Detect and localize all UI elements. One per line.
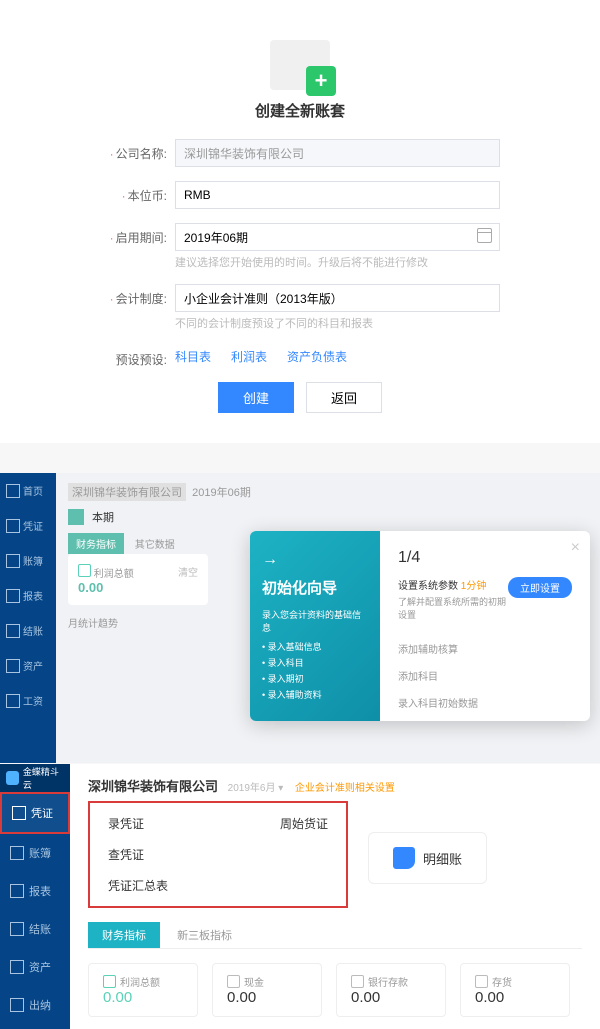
sidebar-item-close[interactable]: 结账 (0, 910, 70, 948)
back-button[interactable]: 返回 (306, 382, 382, 413)
preset-label: 预设预设: (100, 345, 175, 368)
wizard-sub1: 添加辅助核算 (398, 641, 572, 656)
doc-icon (103, 975, 116, 988)
company-link[interactable]: 企业会计准则相关设置 (295, 783, 395, 794)
plus-icon: + (306, 66, 336, 96)
wizard-subtitle: 录入您会计资料的基础信息 (262, 608, 368, 634)
flyout-search[interactable]: 查凭证 (108, 846, 328, 863)
system-hint: 不同的会计制度预设了不同的科目和报表 (175, 315, 500, 331)
sidebar-item[interactable]: 工资 (0, 683, 56, 718)
currency-input[interactable] (175, 181, 500, 209)
stat-box-profit: 利润总额 0.00 (88, 963, 198, 1017)
form-title: 创建全新账套 (100, 100, 500, 121)
tab-neeq[interactable]: 新三板指标 (163, 922, 246, 948)
tag-icon (393, 847, 415, 869)
wizard-modal: → 初始化向导 录入您会计资料的基础信息 录入基础信息 录入科目 录入期初 录入… (250, 531, 590, 721)
tab-other[interactable]: 其它数据 (127, 533, 183, 554)
tab-bar: 财务指标 新三板指标 (88, 922, 582, 949)
wizard-step: 1/4 (398, 549, 572, 567)
stat-value: 0.00 (78, 580, 198, 595)
wizard-checklist: 录入基础信息 录入科目 录入期初 录入辅助资料 (262, 640, 368, 701)
wizard-badge: 1分钟 (461, 581, 487, 592)
form-icon: + (100, 40, 500, 90)
stat-card: 清空 利润总额 0.00 (68, 554, 208, 605)
sidebar-item-report[interactable]: 报表 (0, 872, 70, 910)
wizard-title: 初始化向导 (262, 577, 368, 598)
wizard-action-button[interactable]: 立即设置 (508, 577, 572, 598)
doc-icon (227, 975, 240, 988)
sidebar-item-salary[interactable]: 工资 (0, 1024, 70, 1029)
preset-link-accounts[interactable]: 科目表 (175, 348, 211, 365)
preset-link-balance[interactable]: 资产负债表 (287, 348, 347, 365)
create-button[interactable]: 创建 (218, 382, 294, 413)
company-period[interactable]: 2019年6月 ▾ (228, 783, 284, 794)
header-bar: 深圳锦华装饰有限公司 2019年06期 (68, 481, 588, 509)
create-form-section: + 创建全新账套 公司名称: 本位币: 启用期间: 建议选择您开始使用的时间。升… (0, 0, 600, 443)
sidebar-item[interactable]: 资产 (0, 648, 56, 683)
step-icon (68, 509, 84, 525)
sidebar2: 金蝶精斗云 凭证 账簿 报表 结账 资产 出纳 工资 (0, 764, 70, 1029)
sidebar-item[interactable]: 结账 (0, 613, 56, 648)
voucher-flyout: 录凭证 周始货证 查凭证 凭证汇总表 (88, 801, 348, 908)
period-input[interactable] (175, 223, 500, 251)
wizard-field-label: 设置系统参数 (398, 581, 458, 592)
sidebar: 首页 凭证 账簿 报表 结账 资产 工资 (0, 473, 56, 763)
stat-box-bank: 银行存款 0.00 (336, 963, 446, 1017)
tab-finance[interactable]: 财务指标 (68, 533, 124, 554)
company-input[interactable] (175, 139, 500, 167)
system-select[interactable] (175, 284, 500, 312)
star-icon (6, 771, 19, 785)
dashboard-section: 首页 凭证 账簿 报表 结账 资产 工资 深圳锦华装饰有限公司 2019年06期… (0, 473, 600, 763)
card-label: 本期 (92, 509, 114, 525)
flyout-record[interactable]: 录凭证 (108, 815, 144, 832)
arrow-icon: → (262, 551, 368, 569)
voucher-section: 金蝶精斗云 凭证 账簿 报表 结账 资产 出纳 工资 深圳锦华装饰有限公司 20… (0, 764, 600, 1029)
tab-finance[interactable]: 财务指标 (88, 922, 160, 948)
doc-icon (351, 975, 364, 988)
wizard-sub3: 录入科目初始数据 (398, 695, 572, 710)
company-label: 公司名称: (100, 139, 175, 162)
period-label: 启用期间: (100, 223, 175, 246)
sidebar-item[interactable]: 凭证 (0, 508, 56, 543)
sidebar-item-ledger[interactable]: 账簿 (0, 834, 70, 872)
currency-label: 本位币: (100, 181, 175, 204)
company-bar: 深圳锦华装饰有限公司 2019年6月 ▾ 企业会计准则相关设置 (88, 776, 582, 795)
period-hint: 建议选择您开始使用的时间。升级后将不能进行修改 (175, 254, 500, 270)
detail-card[interactable]: 明细账 (368, 832, 487, 884)
sidebar-item[interactable]: 账簿 (0, 543, 56, 578)
stat-box-cash: 现金 0.00 (212, 963, 322, 1017)
calendar-icon[interactable] (477, 228, 492, 243)
stat-row: 利润总额 0.00 现金 0.00 银行存款 0.00 存货 0.00 (88, 963, 582, 1017)
sidebar-item-voucher[interactable]: 凭证 (0, 792, 70, 834)
sidebar-item[interactable]: 首页 (0, 473, 56, 508)
sidebar-item-cashier[interactable]: 出纳 (0, 986, 70, 1024)
doc-icon (475, 975, 488, 988)
preset-link-profit[interactable]: 利润表 (231, 348, 267, 365)
brand-bar: 金蝶精斗云 (0, 764, 70, 792)
close-icon[interactable]: × (571, 539, 580, 557)
sidebar-item[interactable]: 报表 (0, 578, 56, 613)
header-company: 深圳锦华装饰有限公司 (68, 483, 186, 501)
system-label: 会计制度: (100, 284, 175, 307)
flyout-summary[interactable]: 凭证汇总表 (108, 877, 328, 894)
sidebar-item-asset[interactable]: 资产 (0, 948, 70, 986)
trash-icon[interactable]: 清空 (178, 564, 198, 579)
wizard-sub2: 添加科目 (398, 668, 572, 683)
doc-icon (78, 564, 91, 577)
wizard-desc: 了解并配置系统所需的初期设置 (398, 595, 572, 621)
flyout-periodic[interactable]: 周始货证 (280, 815, 328, 832)
stat-box-inventory: 存货 0.00 (460, 963, 570, 1017)
